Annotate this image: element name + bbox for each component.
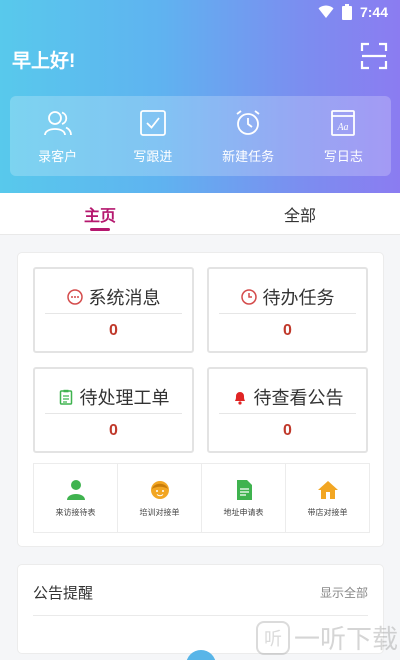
form-store-handoff[interactable]: 带店对接单 — [286, 464, 369, 532]
quick-action-label: 录客户 — [38, 148, 78, 164]
show-all-link[interactable]: 显示全部 — [320, 584, 368, 601]
watermark-text: 一听下载 — [293, 624, 398, 654]
wifi-icon — [318, 5, 334, 18]
stat-unread-announcements[interactable]: 待查看公告 0 — [207, 367, 368, 453]
divider — [219, 413, 356, 414]
battery-icon — [341, 4, 352, 20]
alarm-clock-icon — [236, 109, 260, 135]
tab-bar: 主页 全部 — [0, 193, 400, 235]
form-label: 培训对接单 — [139, 507, 180, 517]
form-label: 地址申请表 — [223, 507, 264, 517]
quick-actions-panel: 录客户 写跟进 新建任务 Aa 写日志 — [10, 96, 391, 176]
quick-action-write-followup[interactable]: 写跟进 — [113, 108, 193, 165]
tab-all[interactable]: 全部 — [200, 193, 400, 234]
bell-icon — [234, 392, 245, 405]
notebook-icon: Aa — [331, 109, 356, 136]
user-group-icon — [43, 110, 72, 135]
divider — [33, 615, 368, 616]
form-label: 带店对接单 — [307, 507, 348, 517]
stat-title: 待办任务 — [262, 288, 335, 308]
stat-title: 待查看公告 — [253, 388, 344, 408]
home-icon — [317, 480, 338, 499]
stat-pending-tasks[interactable]: 待办任务 0 — [207, 267, 368, 353]
stat-value: 0 — [283, 422, 292, 439]
quick-action-add-customer[interactable]: 录客户 — [18, 108, 98, 165]
checkbox-icon — [139, 109, 166, 136]
watermark: 听 一听下载 — [255, 619, 398, 656]
stat-pending-work-orders[interactable]: 待处理工单 0 — [33, 367, 194, 453]
tab-home[interactable]: 主页 — [0, 193, 200, 234]
dashboard-card: 系统消息 0 待办任务 0 待处理工单 0 待查看公告 0 来访接待表 培训对接… — [17, 252, 384, 547]
divider — [45, 313, 182, 314]
status-time: 7:44 — [359, 4, 388, 20]
watermark-logo: 听 — [255, 620, 290, 655]
form-address-application[interactable]: 地址申请表 — [202, 464, 286, 532]
announcement-title: 公告提醒 — [33, 585, 94, 602]
scan-icon[interactable] — [360, 42, 388, 70]
quick-action-label: 写日志 — [323, 148, 363, 164]
divider — [219, 313, 356, 314]
form-shortcuts: 来访接待表 培训对接单 地址申请表 带店对接单 — [33, 463, 370, 533]
stat-system-messages[interactable]: 系统消息 0 — [33, 267, 194, 353]
stat-title: 待处理工单 — [79, 388, 170, 408]
quick-action-new-task[interactable]: 新建任务 — [208, 108, 288, 165]
stat-value: 0 — [109, 422, 118, 439]
face-icon — [150, 480, 169, 499]
person-icon — [66, 479, 85, 500]
message-icon — [66, 289, 83, 305]
svg-text:Aa: Aa — [337, 122, 349, 133]
clock-icon — [240, 289, 257, 305]
greeting-text: 早上好! — [12, 51, 76, 72]
quick-action-label: 新建任务 — [222, 148, 275, 164]
stat-value: 0 — [283, 322, 292, 339]
quick-action-write-log[interactable]: Aa 写日志 — [303, 108, 383, 165]
divider — [45, 413, 182, 414]
status-bar: 7:44 — [318, 0, 388, 24]
form-training-handoff[interactable]: 培训对接单 — [118, 464, 202, 532]
form-label: 来访接待表 — [55, 507, 96, 517]
document-icon — [236, 479, 252, 500]
quick-action-label: 写跟进 — [133, 148, 173, 164]
header-banner: 7:44 早上好! 录客户 写跟进 新建任务 Aa 写日志 — [0, 0, 400, 193]
form-visitor-reception[interactable]: 来访接待表 — [34, 464, 118, 532]
clipboard-icon — [59, 389, 72, 405]
stat-title: 系统消息 — [88, 288, 161, 308]
stat-value: 0 — [109, 322, 118, 339]
